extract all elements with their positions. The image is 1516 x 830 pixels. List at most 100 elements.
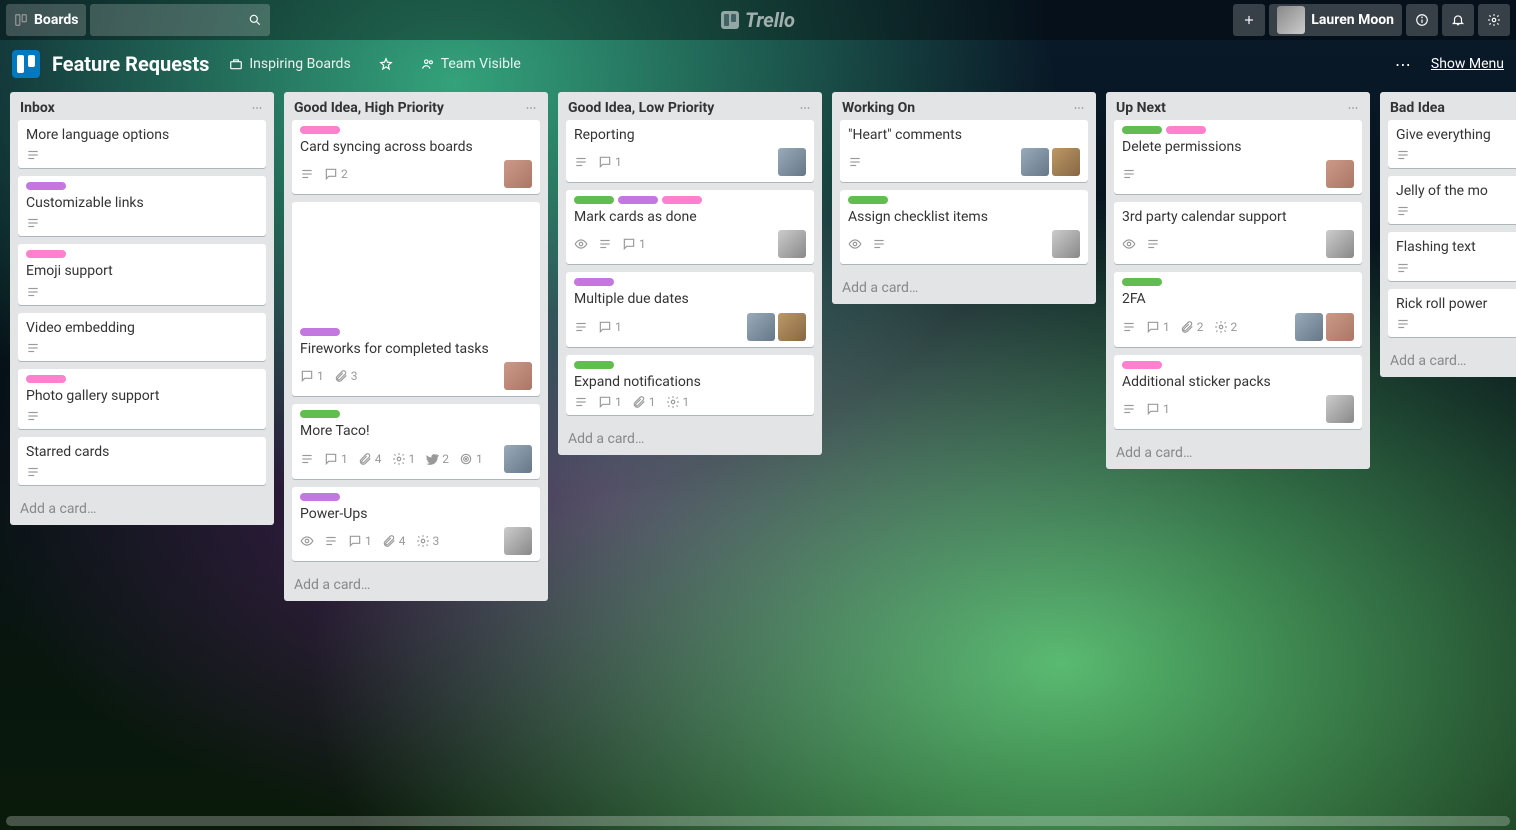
label-purple[interactable]	[300, 493, 340, 501]
list: Working On "Heart" comments Assign checkli…	[832, 92, 1096, 304]
add-card-button[interactable]: Add a card…	[1106, 437, 1370, 469]
label-purple[interactable]	[300, 328, 340, 336]
badge-eye	[574, 237, 588, 251]
team-button[interactable]: Inspiring Boards	[221, 52, 358, 76]
add-card-button[interactable]: Add a card…	[558, 423, 822, 455]
member-avatar[interactable]	[504, 445, 532, 473]
card[interactable]: Give everything	[1388, 120, 1516, 168]
card[interactable]: Starred cards	[18, 437, 266, 485]
add-card-button[interactable]: Add a card…	[284, 569, 548, 601]
badge-comments: 1	[598, 395, 622, 409]
list-title[interactable]: Bad Idea	[1390, 100, 1516, 116]
card[interactable]: Multiple due dates1	[566, 272, 814, 346]
card[interactable]: Rick roll power	[1388, 289, 1516, 337]
settings-button[interactable]	[1478, 4, 1510, 36]
badge-eye	[848, 237, 862, 251]
label-purple[interactable]	[574, 278, 614, 286]
card[interactable]: Additional sticker packs1	[1114, 355, 1362, 429]
create-button[interactable]	[1233, 4, 1265, 36]
card-badges	[1396, 317, 1410, 331]
list-title[interactable]: Good Idea, High Priority	[294, 100, 524, 116]
member-avatar[interactable]	[1052, 148, 1080, 176]
member-avatar[interactable]	[1326, 230, 1354, 258]
list-menu-icon[interactable]	[250, 101, 264, 115]
member-avatar[interactable]	[504, 160, 532, 188]
card[interactable]: Power-Ups143	[292, 487, 540, 561]
label-pink[interactable]	[1166, 126, 1206, 134]
card[interactable]: "Heart" comments	[840, 120, 1088, 182]
add-card-button[interactable]: Add a card…	[1380, 345, 1516, 377]
label-pink[interactable]	[26, 375, 66, 383]
badge-desc	[848, 155, 862, 169]
visibility-button[interactable]: Team Visible	[413, 52, 529, 76]
horizontal-scrollbar[interactable]	[6, 816, 1510, 826]
card[interactable]: More language options	[18, 120, 266, 168]
member-avatar[interactable]	[504, 527, 532, 555]
label-green[interactable]	[1122, 126, 1162, 134]
label-purple[interactable]	[618, 196, 658, 204]
list-menu-icon[interactable]	[1072, 101, 1086, 115]
card[interactable]: 3rd party calendar support	[1114, 202, 1362, 264]
search-input[interactable]	[90, 4, 270, 36]
card[interactable]: Fireworks for completed tasks13	[292, 202, 540, 396]
boards-icon	[14, 13, 28, 27]
list-title[interactable]: Up Next	[1116, 100, 1346, 116]
member-avatar[interactable]	[1326, 395, 1354, 423]
member-avatar[interactable]	[1052, 230, 1080, 258]
card[interactable]: Flashing text	[1388, 232, 1516, 280]
label-green[interactable]	[574, 196, 614, 204]
list-menu-icon[interactable]	[524, 101, 538, 115]
card[interactable]: Customizable links	[18, 176, 266, 236]
card[interactable]: More Taco!14121	[292, 404, 540, 478]
boards-button[interactable]: Boards	[6, 4, 86, 36]
card[interactable]: Assign checklist items	[840, 190, 1088, 264]
member-avatar[interactable]	[504, 362, 532, 390]
list-menu-icon[interactable]	[798, 101, 812, 115]
member-avatar[interactable]	[1021, 148, 1049, 176]
label-green[interactable]	[300, 410, 340, 418]
card[interactable]: Expand notifications111	[566, 355, 814, 415]
notifications-button[interactable]	[1442, 4, 1474, 36]
user-menu[interactable]: Lauren Moon	[1269, 4, 1402, 36]
list-menu-icon[interactable]	[1346, 101, 1360, 115]
info-button[interactable]	[1406, 4, 1438, 36]
card[interactable]: 2FA122	[1114, 272, 1362, 346]
add-card-button[interactable]: Add a card…	[832, 272, 1096, 304]
label-pink[interactable]	[26, 250, 66, 258]
board-title[interactable]: Feature Requests	[52, 52, 209, 76]
member-avatar[interactable]	[1326, 160, 1354, 188]
card[interactable]: Video embedding	[18, 313, 266, 361]
card-title: Delete permissions	[1122, 138, 1354, 156]
board-canvas[interactable]: Inbox More language options Customizable l…	[0, 88, 1516, 830]
card[interactable]: Reporting1	[566, 120, 814, 182]
card-badges: 122	[1122, 320, 1237, 334]
member-avatar[interactable]	[1326, 313, 1354, 341]
member-avatar[interactable]	[778, 230, 806, 258]
label-pink[interactable]	[300, 126, 340, 134]
card-members	[1326, 160, 1354, 188]
trello-logo[interactable]: Trello	[721, 8, 795, 32]
list-title[interactable]: Good Idea, Low Priority	[568, 100, 798, 116]
member-avatar[interactable]	[1295, 313, 1323, 341]
label-pink[interactable]	[662, 196, 702, 204]
add-card-button[interactable]: Add a card…	[10, 493, 274, 525]
card[interactable]: Photo gallery support	[18, 369, 266, 429]
list-title[interactable]: Working On	[842, 100, 1072, 116]
member-avatar[interactable]	[778, 313, 806, 341]
list-title[interactable]: Inbox	[20, 100, 250, 116]
member-avatar[interactable]	[747, 313, 775, 341]
card[interactable]: Delete permissions	[1114, 120, 1362, 194]
badge-desc	[26, 409, 40, 423]
card[interactable]: Card syncing across boards2	[292, 120, 540, 194]
label-purple[interactable]	[26, 182, 66, 190]
label-green[interactable]	[848, 196, 888, 204]
label-pink[interactable]	[1122, 361, 1162, 369]
card[interactable]: Mark cards as done1	[566, 190, 814, 264]
label-green[interactable]	[1122, 278, 1162, 286]
card[interactable]: Jelly of the mo	[1388, 176, 1516, 224]
member-avatar[interactable]	[778, 148, 806, 176]
label-green[interactable]	[574, 361, 614, 369]
show-menu-button[interactable]: Show Menu	[1431, 56, 1504, 72]
star-button[interactable]	[371, 53, 401, 75]
card[interactable]: Emoji support	[18, 244, 266, 304]
